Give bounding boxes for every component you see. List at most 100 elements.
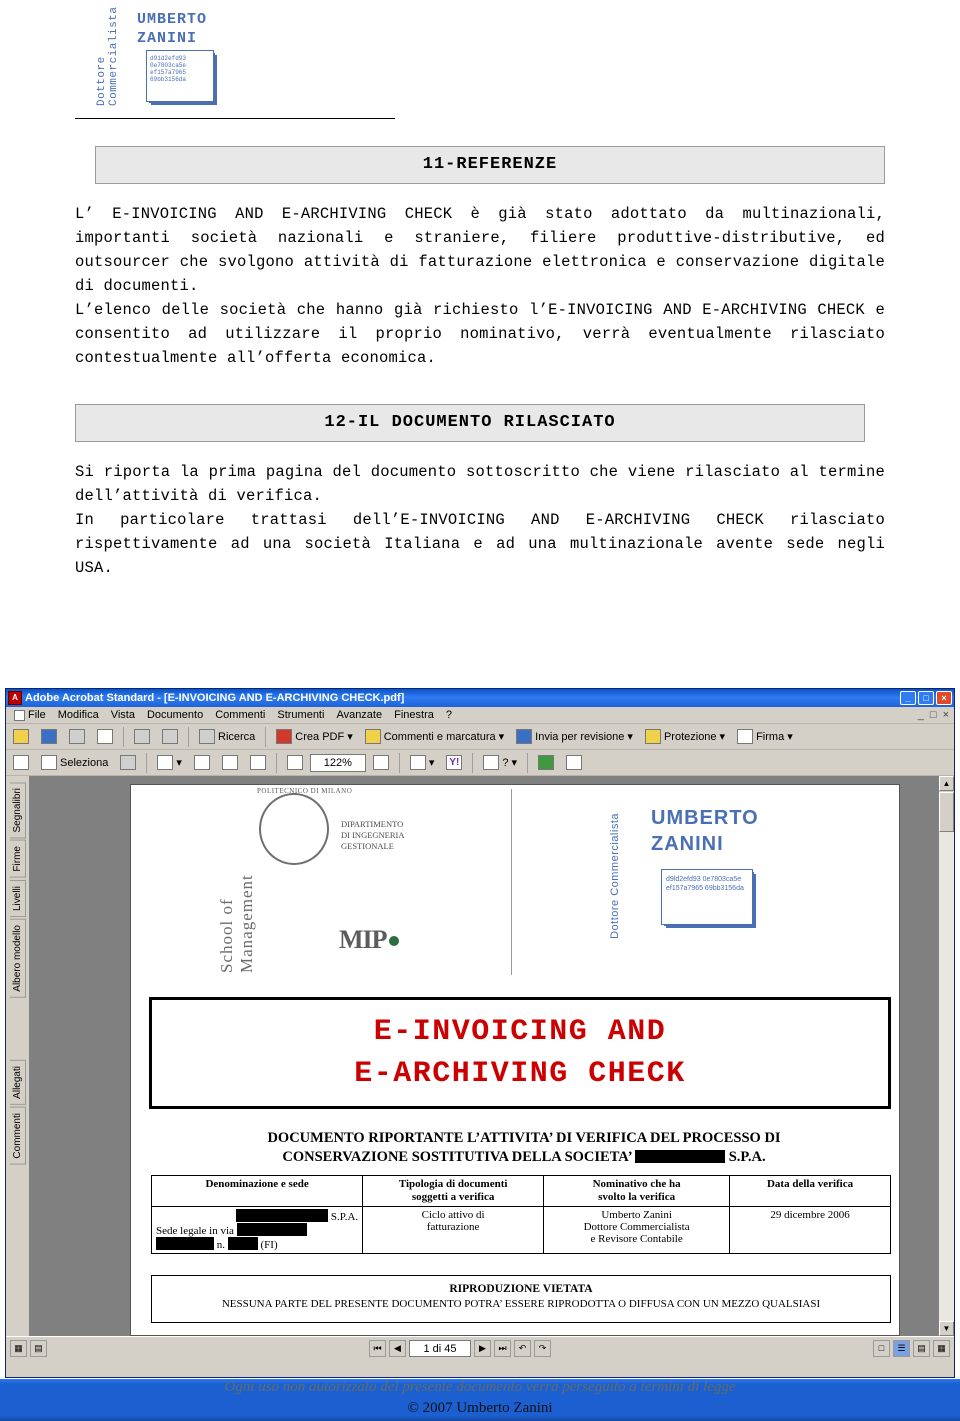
sign-label: Firma [756, 730, 785, 743]
pdf-verification-table: Denominazione e sede Tipologia di docume… [150, 1175, 891, 1254]
help-button[interactable]: ? ▾ [478, 752, 522, 774]
zoom-out-button[interactable] [282, 752, 308, 774]
fit-width-icon [249, 755, 266, 770]
envelope-icon [97, 729, 113, 744]
menu-item-avanzate[interactable]: Avanzate [330, 708, 388, 722]
reading-layout-button[interactable]: ▾ [405, 752, 440, 774]
zoom-chevron-down-icon[interactable]: ▾ [176, 756, 182, 769]
scroll-down-arrow-icon[interactable]: ▼ [939, 1321, 954, 1336]
page-vertical-scrollbar[interactable]: ▲ ▼ [938, 776, 954, 1336]
open-button[interactable] [8, 726, 34, 748]
tab-allegati[interactable]: Allegati [9, 1059, 26, 1105]
protection-button[interactable]: Protezione ▾ [640, 726, 730, 748]
send-for-review-label: Invia per revisione [535, 730, 625, 743]
redaction-bar-address [236, 1223, 307, 1236]
scroll-up-arrow-icon[interactable]: ▲ [939, 776, 954, 791]
tab-livelli[interactable]: Livelli [9, 880, 26, 918]
menu-item-commenti[interactable]: Commenti [209, 708, 271, 722]
menu-item-finestra[interactable]: Finestra [388, 708, 440, 722]
layout-icon [409, 755, 426, 770]
fit-width-button[interactable] [245, 752, 271, 774]
cell-revisore: e Revisore Contabile [590, 1233, 683, 1245]
download-button[interactable] [533, 752, 559, 774]
page-number-input[interactable]: 1 di 45 [409, 1340, 471, 1357]
previous-page-button[interactable]: ◀ [389, 1340, 406, 1357]
help-chevron-down-icon[interactable]: ▾ [512, 756, 518, 769]
page-footer-line1: Ogni uso non autorizzato del presente do… [224, 1379, 736, 1395]
thumbnails-view-button[interactable]: ▦ [10, 1340, 27, 1357]
comments-markup-button[interactable]: Commenti e marcatura ▾ [360, 726, 509, 748]
search-button-label: Ricerca [218, 730, 256, 743]
mip-wordmark-text: MIP [339, 925, 388, 954]
scroll-track[interactable] [939, 832, 954, 1321]
window-controls: _ □ × [900, 691, 954, 705]
tab-firme[interactable]: Firme [9, 840, 26, 879]
protection-chevron-down-icon[interactable]: ▾ [720, 730, 726, 743]
next-page-button[interactable]: ▶ [474, 1340, 491, 1357]
fit-page-button[interactable] [217, 752, 243, 774]
cell-fatturazione: fatturazione [426, 1221, 480, 1233]
toolbar-separator [123, 726, 124, 747]
sign-chevron-down-icon[interactable]: ▾ [787, 730, 793, 743]
inner-minimize-button[interactable]: _ [918, 709, 924, 721]
menu-item-strumenti[interactable]: Strumenti [271, 708, 330, 722]
tab-segnalibri[interactable]: Segnalibri [9, 782, 26, 839]
zoom-in-button[interactable] [368, 752, 394, 774]
last-page-button[interactable]: ⏭ [494, 1340, 511, 1357]
mip-school-text: School of Management [217, 874, 256, 973]
previous-view-button[interactable]: ↶ [514, 1340, 531, 1357]
table-header-tipologia: Tipologia di documenti soggetti a verific… [362, 1175, 545, 1207]
inner-close-button[interactable]: × [943, 709, 949, 721]
pages-view-button[interactable]: ▤ [30, 1340, 47, 1357]
scroll-thumb[interactable] [939, 792, 954, 832]
continuous-layout-button[interactable]: ☰ [893, 1340, 910, 1357]
zoom-level-input[interactable]: 122% [309, 753, 366, 772]
close-button[interactable]: × [936, 691, 952, 705]
snapshot-tool-button[interactable] [115, 752, 141, 774]
sign-button[interactable]: Firma ▾ [732, 726, 798, 748]
tab-albero-modello[interactable]: Albero modello [9, 919, 26, 998]
save-button[interactable] [36, 726, 62, 748]
menu-item-vista[interactable]: Vista [105, 708, 141, 722]
attach-button[interactable] [129, 726, 155, 748]
menu-item-file-label: File [28, 709, 46, 721]
menu-item-file[interactable]: File [8, 708, 52, 722]
send-for-review-button[interactable]: Invia per revisione ▾ [511, 726, 638, 748]
facing-layout-button[interactable]: ▤ [913, 1340, 930, 1357]
tab-commenti[interactable]: Commenti [9, 1106, 26, 1165]
first-page-button[interactable]: ⏮ [369, 1340, 386, 1357]
pdf-header-divider [511, 789, 512, 975]
email-button[interactable] [92, 726, 118, 748]
layout-chevron-down-icon[interactable]: ▾ [429, 756, 435, 769]
snapshot-camera-icon [120, 755, 137, 770]
form-button[interactable] [561, 752, 587, 774]
comments-chevron-down-icon[interactable]: ▾ [499, 730, 505, 743]
minimize-button[interactable]: _ [900, 691, 916, 705]
pdf-page: School of Management POLITECNICO DI MILA… [130, 784, 900, 1336]
pdf-footer-title: RIPRODUZIONE VIETATA [449, 1283, 593, 1295]
maximize-button[interactable]: □ [918, 691, 934, 705]
print-button[interactable] [64, 726, 90, 748]
zoom-tool-button[interactable]: ▾ [152, 752, 187, 774]
search-button[interactable]: Ricerca [194, 726, 260, 748]
create-pdf-button[interactable]: Crea PDF ▾ [271, 726, 357, 748]
pdf-subtitle-line2: CONSERVAZIONE SOSTITUTIVA DELLA SOCIETA’… [159, 1148, 889, 1167]
snapshot-button[interactable] [157, 726, 183, 748]
hand-tool-button[interactable] [8, 752, 34, 774]
inner-restore-button[interactable]: □ [930, 709, 937, 721]
yahoo-search-button[interactable]: Y! [441, 752, 467, 774]
pdf-page-area[interactable]: School of Management POLITECNICO DI MILA… [30, 776, 938, 1336]
toolbar2-separator-2 [275, 752, 277, 773]
actual-size-button[interactable] [189, 752, 215, 774]
menu-item-modifica[interactable]: Modifica [52, 708, 105, 722]
next-view-button[interactable]: ↷ [534, 1340, 551, 1357]
acrobat-app-icon: A [8, 691, 22, 705]
create-pdf-chevron-down-icon[interactable]: ▾ [347, 730, 353, 743]
menu-item-documento[interactable]: Documento [141, 708, 209, 722]
select-tool-button[interactable]: Seleziona [36, 752, 113, 774]
menu-item-help[interactable]: ? [440, 708, 458, 722]
section-heading-referenze-text: 11-REFERENZE [422, 155, 558, 174]
send-review-chevron-down-icon[interactable]: ▾ [627, 730, 633, 743]
continuous-facing-layout-button[interactable]: ▦ [933, 1340, 950, 1357]
single-page-layout-button[interactable]: □ [873, 1340, 890, 1357]
